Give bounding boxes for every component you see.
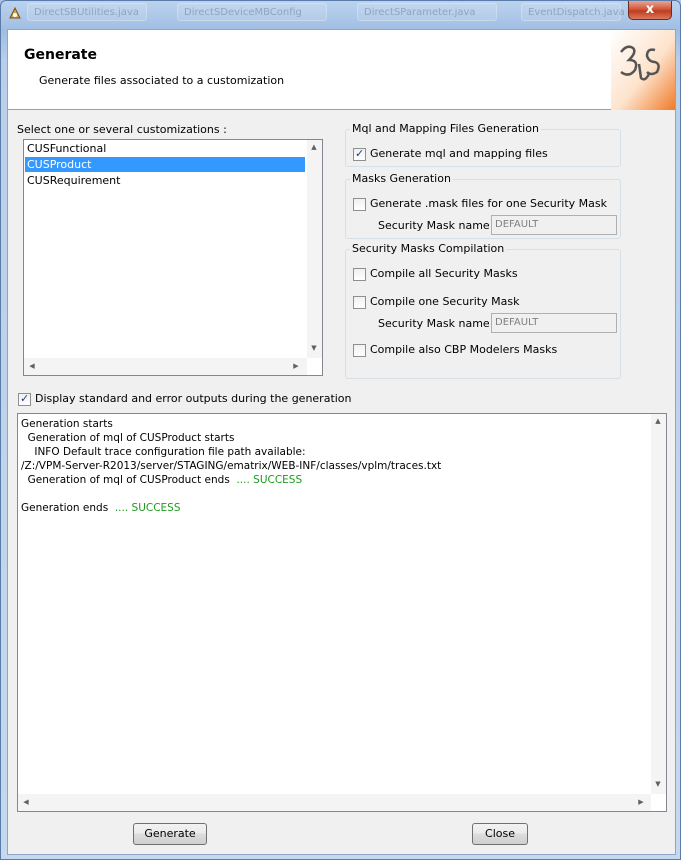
compile-cbp-masks-label: Compile also CBP Modelers Masks [370, 343, 558, 356]
customization-item-cusrequirement[interactable]: CUSRequirement [25, 173, 305, 188]
masks-generation-group-title: Masks Generation [350, 172, 453, 185]
scroll-left-icon[interactable]: ◀ [26, 362, 38, 370]
close-button[interactable]: Close [472, 823, 528, 845]
security-mask-name-field[interactable]: DEFAULT [491, 215, 617, 235]
console-line: /Z:/VPM-Server-R2013/server/STAGING/emat… [21, 460, 442, 472]
list-horizontal-scrollbar[interactable]: ◀ ▶ [24, 358, 307, 375]
output-console[interactable]: Generation starts Generation of mql of C… [17, 413, 667, 812]
scroll-down-icon[interactable]: ▼ [652, 780, 664, 788]
background-tab: EventDispatch.java [521, 3, 625, 21]
mql-mapping-group: Mql and Mapping Files Generation Generat… [345, 122, 621, 167]
dialog-title: Generate [24, 47, 97, 63]
dialog-header: Generate Generate files associated to a … [8, 30, 675, 110]
window-close-button[interactable]: x [628, 1, 672, 20]
3ds-logo [611, 30, 675, 110]
generate-mql-label: Generate mql and mapping files [370, 147, 548, 160]
masks-generation-group: Masks Generation Generate .mask files fo… [345, 172, 621, 239]
customization-item-cusfunctional[interactable]: CUSFunctional [25, 141, 305, 156]
security-mask-name-label: Security Mask name : [378, 219, 497, 232]
mql-mapping-group-title: Mql and Mapping Files Generation [350, 122, 541, 135]
compile-all-masks-checkbox[interactable] [353, 268, 366, 281]
generate-mask-files-checkbox[interactable] [353, 198, 366, 211]
customizations-label: Select one or several customizations : [17, 123, 227, 136]
list-vertical-scrollbar[interactable]: ▲ ▼ [307, 140, 322, 358]
display-outputs-checkbox[interactable] [18, 392, 31, 406]
compilation-group-title: Security Masks Compilation [350, 242, 507, 255]
background-tab: DirectSBUtilities.java [27, 3, 147, 21]
console-line: Generation ends .... SUCCESS [21, 502, 181, 514]
console-line: Generation of mql of CUSProduct starts [21, 432, 235, 444]
scroll-up-icon[interactable]: ▲ [652, 417, 664, 425]
console-line: Generation starts [21, 418, 113, 430]
security-masks-compilation-group: Security Masks Compilation Compile all S… [345, 242, 621, 379]
compile-all-masks-label: Compile all Security Masks [370, 267, 518, 280]
customization-item-cusproduct[interactable]: CUSProduct [25, 157, 305, 172]
generate-mql-checkbox[interactable] [353, 147, 366, 161]
console-vertical-scrollbar[interactable]: ▲ ▼ [651, 414, 666, 794]
background-tab: DirectSDeviceMBConfig [177, 3, 327, 21]
compile-mask-name-field[interactable]: DEFAULT [491, 313, 617, 333]
compile-mask-name-label: Security Mask name : [378, 317, 497, 330]
customizations-listbox[interactable]: CUSFunctional CUSProduct CUSRequirement … [23, 139, 323, 376]
title-bar[interactable]: DirectSBUtilities.java DirectSDeviceMBCo… [1, 1, 680, 25]
dialog-subtitle: Generate files associated to a customiza… [39, 74, 285, 87]
compile-one-mask-label: Compile one Security Mask [370, 295, 520, 308]
background-tab: DirectSParameter.java [357, 3, 497, 21]
scroll-down-icon[interactable]: ▼ [308, 344, 320, 352]
console-line: Generation of mql of CUSProduct ends ...… [21, 474, 303, 486]
generate-button[interactable]: Generate [133, 823, 207, 845]
scroll-right-icon[interactable]: ▶ [290, 362, 302, 370]
dialog-client-area: Generate Generate files associated to a … [7, 29, 676, 855]
scroll-right-icon[interactable]: ▶ [635, 798, 647, 806]
compile-cbp-masks-checkbox[interactable] [353, 344, 366, 357]
display-outputs-label: Display standard and error outputs durin… [35, 392, 352, 405]
compile-one-mask-checkbox[interactable] [353, 296, 366, 309]
generate-dialog-window: DirectSBUtilities.java DirectSDeviceMBCo… [0, 0, 681, 860]
scroll-left-icon[interactable]: ◀ [20, 798, 32, 806]
console-horizontal-scrollbar[interactable]: ◀ ▶ [18, 794, 651, 811]
console-line: INFO Default trace configuration file pa… [21, 446, 306, 458]
scroll-up-icon[interactable]: ▲ [308, 143, 320, 151]
generate-mask-files-label: Generate .mask files for one Security Ma… [370, 197, 607, 210]
app-icon [9, 6, 21, 19]
